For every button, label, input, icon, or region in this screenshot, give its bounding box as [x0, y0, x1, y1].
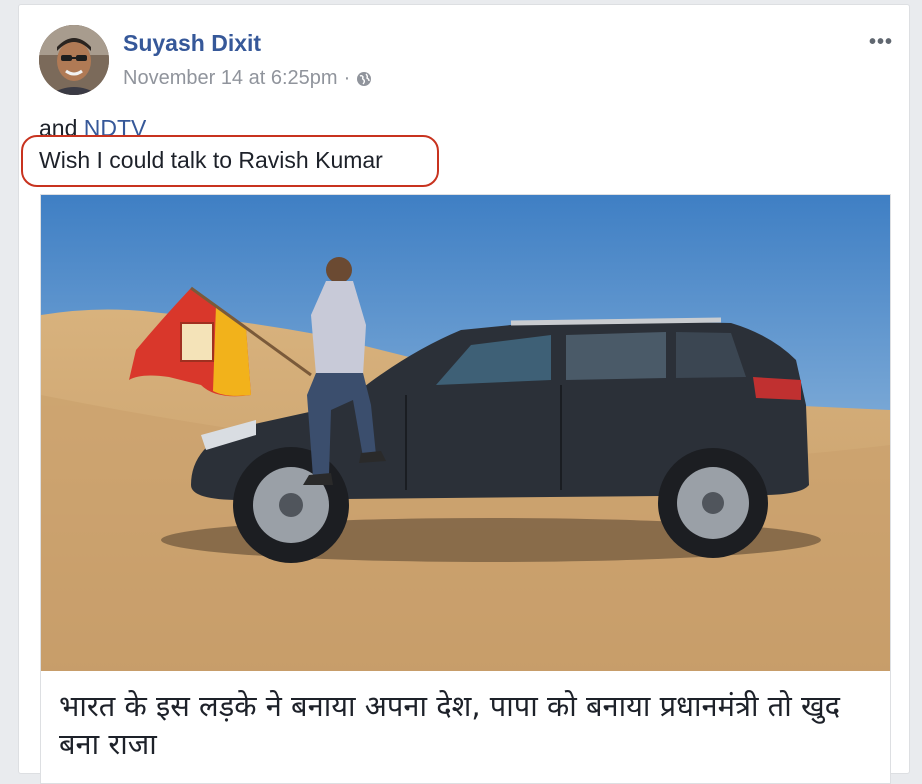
meta-separator: · [343, 67, 351, 89]
preview-photo [41, 195, 890, 671]
post-timestamp[interactable]: November 14 at 6:25pm [123, 67, 338, 90]
author-name[interactable]: Suyash Dixit [123, 30, 261, 57]
post-card: Suyash Dixit November 14 at 6:25pm · •••… [18, 4, 910, 784]
post-text-line2: Wish I could talk to Ravish Kumar [39, 147, 383, 173]
post-text-prefix: and [39, 115, 84, 137]
link-preview-headline[interactable]: भारत के इस लड़के ने बनाया अपना देश, पापा… [59, 687, 859, 763]
post-text-line1: and NDTV [39, 115, 146, 137]
ndtv-link[interactable]: NDTV [84, 115, 147, 137]
link-preview-card[interactable]: भारत के इस लड़के ने बनाया अपना देश, पापा… [40, 194, 891, 784]
globe-icon[interactable] [356, 71, 372, 87]
avatar-image [39, 25, 109, 95]
author-avatar[interactable] [39, 25, 109, 95]
post-meta: November 14 at 6:25pm · [123, 67, 372, 90]
post-options-button[interactable]: ••• [869, 31, 893, 54]
